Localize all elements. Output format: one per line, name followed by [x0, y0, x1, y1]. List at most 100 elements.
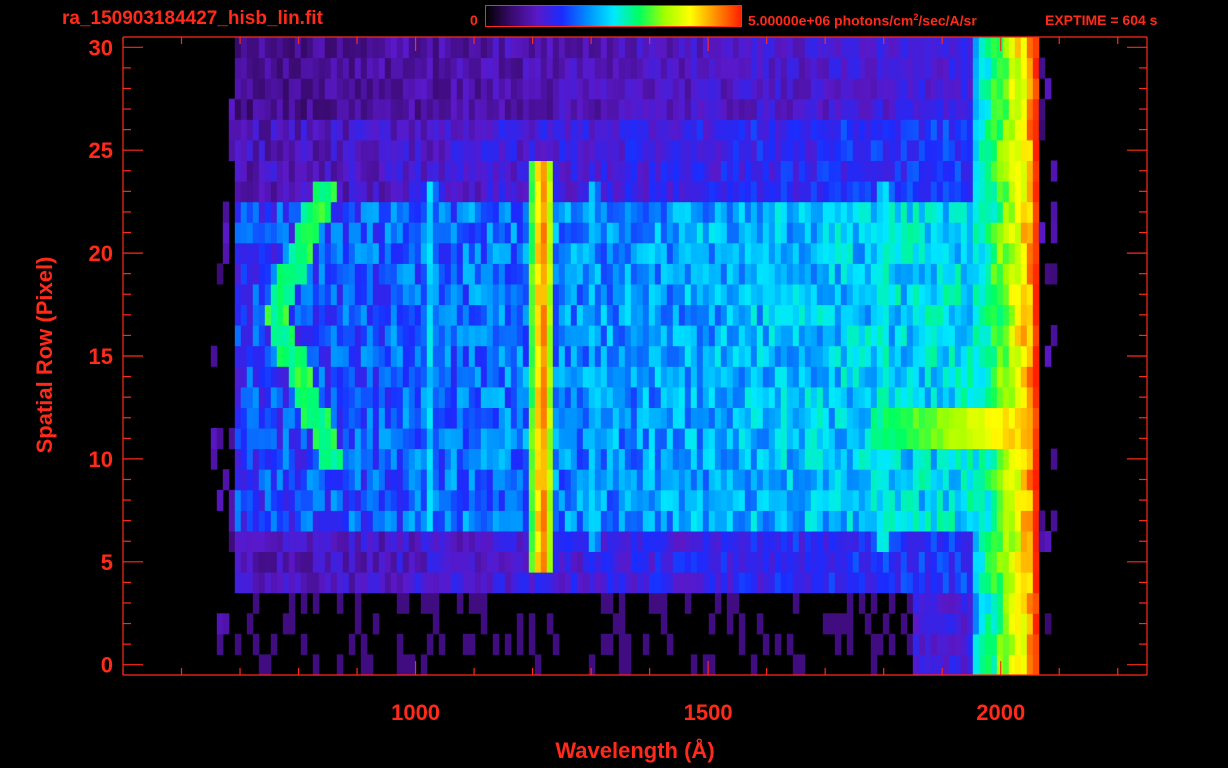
heatmap-cell	[948, 222, 956, 244]
heatmap-cell	[954, 222, 962, 244]
heatmap-cell	[384, 510, 392, 532]
heatmap-cell	[450, 325, 458, 347]
heatmap-cell	[528, 160, 536, 182]
heatmap-cell	[612, 551, 620, 573]
heatmap-cell	[468, 592, 476, 614]
heatmap-cell	[828, 572, 836, 594]
heatmap-cell	[792, 654, 800, 676]
heatmap-cell	[678, 428, 686, 450]
heatmap-cell	[480, 386, 488, 408]
heatmap-cell	[942, 242, 950, 264]
heatmap-cell	[816, 242, 824, 264]
heatmap-cell	[312, 386, 320, 408]
heatmap-cell	[264, 572, 272, 594]
heatmap-cell	[276, 201, 284, 223]
heatmap-cell	[234, 530, 242, 552]
heatmap-cell	[984, 181, 992, 203]
heatmap-cell	[1014, 654, 1022, 676]
heatmap-cell	[924, 366, 932, 388]
heatmap-cell	[876, 386, 884, 408]
heatmap-cell	[792, 78, 800, 100]
heatmap-cell	[426, 78, 434, 100]
heatmap-cell	[624, 98, 632, 120]
heatmap-cell	[936, 304, 944, 326]
heatmap-cell	[486, 469, 494, 491]
heatmap-cell	[888, 489, 896, 511]
heatmap-cell	[774, 407, 782, 429]
heatmap-cell	[726, 386, 734, 408]
heatmap-cell	[234, 304, 242, 326]
heatmap-cell	[1050, 510, 1058, 532]
heatmap-cell	[900, 160, 908, 182]
heatmap-cell	[906, 366, 914, 388]
heatmap-cell	[246, 160, 254, 182]
heatmap-cell	[780, 551, 788, 573]
heatmap-cell	[606, 489, 614, 511]
heatmap-cell	[282, 407, 290, 429]
heatmap-cell	[666, 407, 674, 429]
heatmap-cell	[990, 448, 998, 470]
heatmap-cell	[408, 510, 416, 532]
heatmap-cell	[306, 407, 314, 429]
heatmap-cell	[990, 222, 998, 244]
heatmap-cell	[318, 304, 326, 326]
heatmap-cell	[318, 325, 326, 347]
heatmap-cell	[240, 551, 248, 573]
heatmap-cell	[282, 366, 290, 388]
heatmap-cell	[1026, 325, 1034, 347]
heatmap-cell	[966, 37, 974, 59]
heatmap-cell	[240, 98, 248, 120]
heatmap-cell	[264, 345, 272, 367]
heatmap-cell	[306, 428, 314, 450]
heatmap-cell	[576, 201, 584, 223]
heatmap-cell	[984, 345, 992, 367]
heatmap-cell	[576, 160, 584, 182]
heatmap-cell	[462, 469, 470, 491]
heatmap-cell	[726, 572, 734, 594]
heatmap-cell	[816, 469, 824, 491]
heatmap-cell	[888, 407, 896, 429]
heatmap-cell	[456, 386, 464, 408]
heatmap-cell	[1020, 345, 1028, 367]
heatmap-cell	[792, 284, 800, 306]
heatmap-cell	[744, 78, 752, 100]
heatmap-cell	[672, 57, 680, 79]
heatmap-cell	[438, 407, 446, 429]
heatmap-cell	[762, 119, 770, 141]
heatmap-cell	[834, 222, 842, 244]
heatmap-cell	[732, 489, 740, 511]
heatmap-cell	[666, 633, 674, 655]
heatmap-cell	[1026, 181, 1034, 203]
heatmap-cell	[330, 407, 338, 429]
heatmap-cell	[948, 57, 956, 79]
heatmap-cell	[402, 139, 410, 161]
heatmap-cell	[1038, 222, 1046, 244]
heatmap-cell	[546, 407, 554, 429]
heatmap-cell	[318, 489, 326, 511]
heatmap-cell	[912, 37, 920, 59]
heatmap-cell	[324, 222, 332, 244]
heatmap-cell	[942, 366, 950, 388]
heatmap-cell	[876, 551, 884, 573]
heatmap-cell	[366, 160, 374, 182]
heatmap-cell	[420, 654, 428, 676]
heatmap-cell	[486, 139, 494, 161]
heatmap-cell	[630, 222, 638, 244]
heatmap-cell	[462, 325, 470, 347]
heatmap-cell	[390, 139, 398, 161]
heatmap-cell	[1038, 530, 1046, 552]
heatmap-cell	[996, 469, 1004, 491]
heatmap-cell	[600, 345, 608, 367]
heatmap-cell	[594, 78, 602, 100]
heatmap-cell	[1008, 428, 1016, 450]
heatmap-cell	[996, 325, 1004, 347]
heatmap-cell	[630, 160, 638, 182]
heatmap-cell	[870, 304, 878, 326]
heatmap-cell	[984, 284, 992, 306]
heatmap-cell	[906, 428, 914, 450]
heatmap-cell	[402, 78, 410, 100]
heatmap-cell	[948, 366, 956, 388]
heatmap-cell	[636, 37, 644, 59]
heatmap-cell	[882, 386, 890, 408]
heatmap-cell	[792, 407, 800, 429]
